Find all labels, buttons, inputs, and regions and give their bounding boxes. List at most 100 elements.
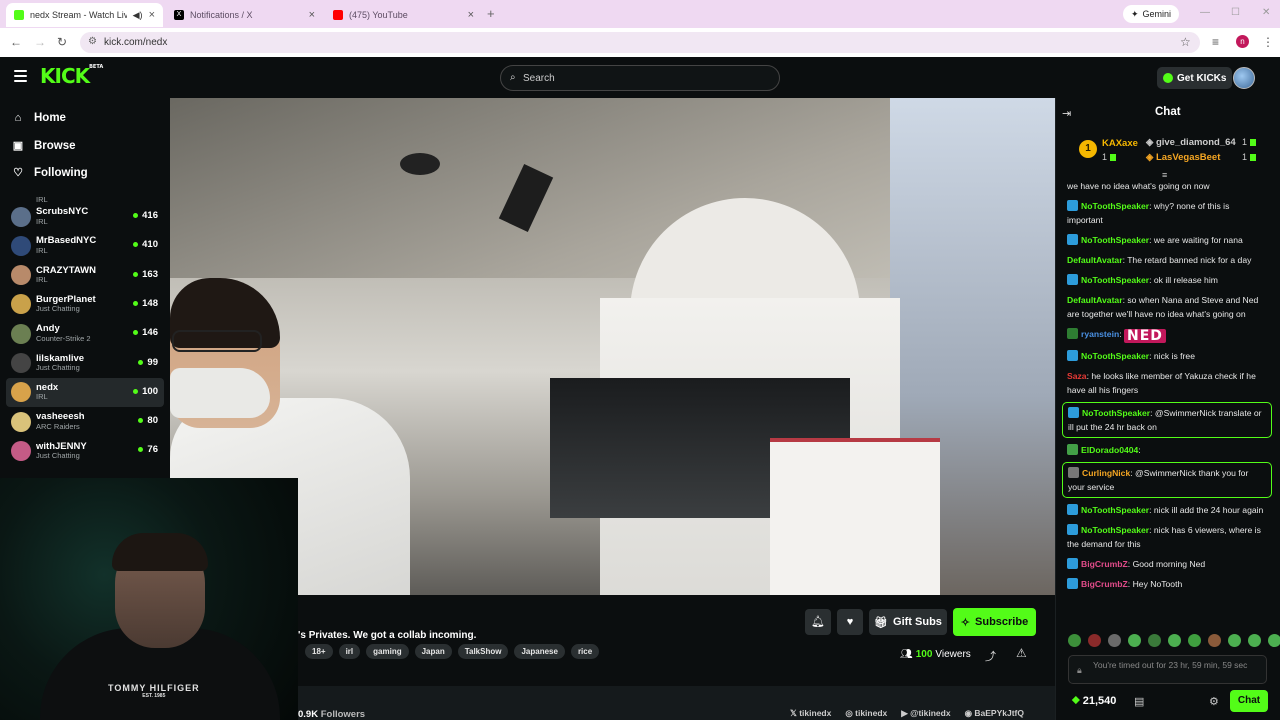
hamburger-menu-icon[interactable] [14,70,27,85]
store-icon[interactable]: ▤ [1134,695,1144,708]
notification-bell-button[interactable]: 🔔︎ [805,609,831,635]
stream-tag[interactable]: rice [570,644,600,659]
chat-username[interactable]: DefaultAvatar [1067,255,1123,265]
get-kicks-button[interactable]: Get KICKs [1157,67,1233,89]
sidebar-channel-lilskamlive[interactable]: lilskamlive Just Chatting 99 [6,349,164,378]
back-icon[interactable]: ← [10,35,22,49]
chat-message: NoToothSpeaker: nick ill add the 24 hour… [1062,500,1272,520]
emote-icon[interactable] [1168,634,1181,647]
sidebar-item-home[interactable]: ⌂ Home [12,112,66,124]
site-info-icon[interactable]: ⚙ [88,36,97,47]
sidebar-channel-mrbasednyc[interactable]: MrBasedNYC IRL 410 [6,231,164,260]
emote-icon[interactable] [1108,634,1121,647]
emote-icon[interactable] [1068,634,1081,647]
browser-profile-avatar[interactable]: n [1236,35,1249,48]
emote-icon[interactable] [1268,634,1280,647]
chat-username[interactable]: NoToothSpeaker [1081,505,1149,515]
browser-tab-kick[interactable]: nedx Stream - Watch Live o ◀) × [6,3,163,27]
sidebar-channel-nedx[interactable]: nedx IRL 100 [6,377,164,407]
channel-viewer-count: 100 [133,386,158,397]
chat-username[interactable]: BigCrumbZ [1081,559,1128,569]
sidebar-channel-andy[interactable]: Andy Counter-Strike 2 146 [6,319,164,348]
report-icon[interactable]: ⚠ [1016,646,1027,660]
heart-icon: ♥ [846,616,854,628]
chat-username[interactable]: NoToothSpeaker [1081,235,1149,245]
chat-username[interactable]: ryanstein [1081,329,1119,339]
emote-icon[interactable] [1148,634,1161,647]
browser-tab-youtube[interactable]: (475) YouTube × [325,3,482,27]
star-icon: ✧ [960,616,971,629]
reload-icon[interactable]: ↻ [57,35,67,49]
social-instagram-link[interactable]: ◎ tikinedx [845,708,887,719]
sidebar-channel-vasheeesh[interactable]: vasheeesh ARC Raiders 80 [6,407,164,436]
sidebar-channel-scrubsnyc[interactable]: ScrubsNYC IRL 416 [6,202,164,231]
sidebar-channel-withjenny[interactable]: withJENNY Just Chatting 76 [6,436,164,465]
emote-icon[interactable] [1128,634,1141,647]
browser-tab-x[interactable]: X Notifications / X × [166,3,323,27]
new-tab-icon[interactable]: + [487,6,495,21]
sidebar-channel-burgerplanet[interactable]: BurgerPlanet Just Chatting 148 [6,290,164,319]
browser-menu-icon[interactable]: ⋮ [1262,35,1274,49]
sidebar: ⌂ Home ▣ Browse ♡ Following IRL ScrubsNYC IR… [0,98,170,478]
channel-avatar [11,353,31,373]
follow-heart-button[interactable]: ♥ [837,609,863,635]
video-player[interactable] [170,98,1055,595]
speaker-icon[interactable]: ◀) [133,10,143,21]
chat-username[interactable]: NoToothSpeaker [1082,408,1150,418]
chat-username[interactable]: Saza [1067,371,1087,381]
stream-tag[interactable]: irl [338,644,361,659]
stream-tag[interactable]: gaming [366,644,409,659]
collapse-chat-icon[interactable]: ⇥ [1062,107,1071,120]
stream-tag[interactable]: TalkShow [457,644,509,659]
subscribe-button[interactable]: ✧ Subscribe [953,608,1036,636]
user-avatar[interactable] [1233,67,1255,89]
stream-title: 's Privates. We got a collab incoming. [298,630,477,641]
emote-icon[interactable] [1228,634,1241,647]
chat-username[interactable]: NoToothSpeaker [1081,275,1149,285]
channel-avatar [11,235,31,256]
reading-list-icon[interactable]: ≡ [1212,35,1219,49]
minimize-icon[interactable]: — [1200,7,1210,18]
emote-icon[interactable] [1248,634,1261,647]
chat-username[interactable]: BigCrumbZ [1081,579,1128,589]
social-youtube-link[interactable]: ▶ @tikinedx [901,708,950,719]
chat-text: nick is free [1153,351,1195,361]
stream-tag[interactable]: Japan [414,644,452,659]
channel-category: ARC Raiders [36,421,80,431]
social-discord-link[interactable]: ◉ BaEPYkJtfQ [965,708,1024,719]
close-tab-icon[interactable]: × [149,9,155,21]
heart-icon: ♡ [13,167,23,179]
search-input[interactable]: ⌕ Search [500,65,780,91]
gemini-button[interactable]: ✦ Gemini [1123,5,1180,23]
maximize-icon[interactable]: ☐ [1231,7,1240,18]
gift-subs-button[interactable]: 🎁︎ Gift Subs [869,609,947,635]
chat-username[interactable]: ElDorado0404 [1081,445,1138,455]
leaderboard-third-name: ◈ LasVegasBeet [1146,152,1221,163]
send-chat-button[interactable]: Chat [1230,690,1268,712]
chat-username[interactable]: NoToothSpeaker [1081,525,1149,535]
share-icon[interactable]: ⤴ [985,648,996,664]
sidebar-item-browse[interactable]: ▣ Browse [12,139,76,153]
forward-icon[interactable]: → [34,35,46,49]
kick-logo[interactable]: KICKBETA [40,64,103,88]
sidebar-channel-crazytawn[interactable]: CRAZYTAWN IRL 163 [6,261,164,290]
url-field[interactable]: ⚙ kick.com/nedx [80,32,1200,53]
close-tab-icon[interactable]: × [309,9,315,21]
chat-settings-gear-icon[interactable]: ⚙ [1209,695,1219,708]
emote-icon[interactable] [1208,634,1221,647]
sidebar-item-following[interactable]: ♡ Following [12,166,88,180]
tab-title: Notifications / X [190,10,253,20]
stream-tag[interactable]: Japanese [514,644,565,659]
close-window-icon[interactable]: ✕ [1262,7,1270,18]
close-tab-icon[interactable]: × [468,9,474,21]
chat-username[interactable]: DefaultAvatar [1067,295,1123,305]
social-x-link[interactable]: 𝕏 tikinedx [790,708,831,719]
stream-tag[interactable]: 18+ [305,644,333,659]
emote-icon[interactable] [1188,634,1201,647]
bookmark-star-icon[interactable]: ☆ [1180,35,1191,49]
emote-icon[interactable] [1088,634,1101,647]
kicks-balance[interactable]: ⬥ 21,540 [1072,694,1116,707]
chat-username[interactable]: NoToothSpeaker [1081,351,1149,361]
chat-username[interactable]: CurlingNick [1082,468,1130,478]
chat-username[interactable]: NoToothSpeaker [1081,201,1149,211]
